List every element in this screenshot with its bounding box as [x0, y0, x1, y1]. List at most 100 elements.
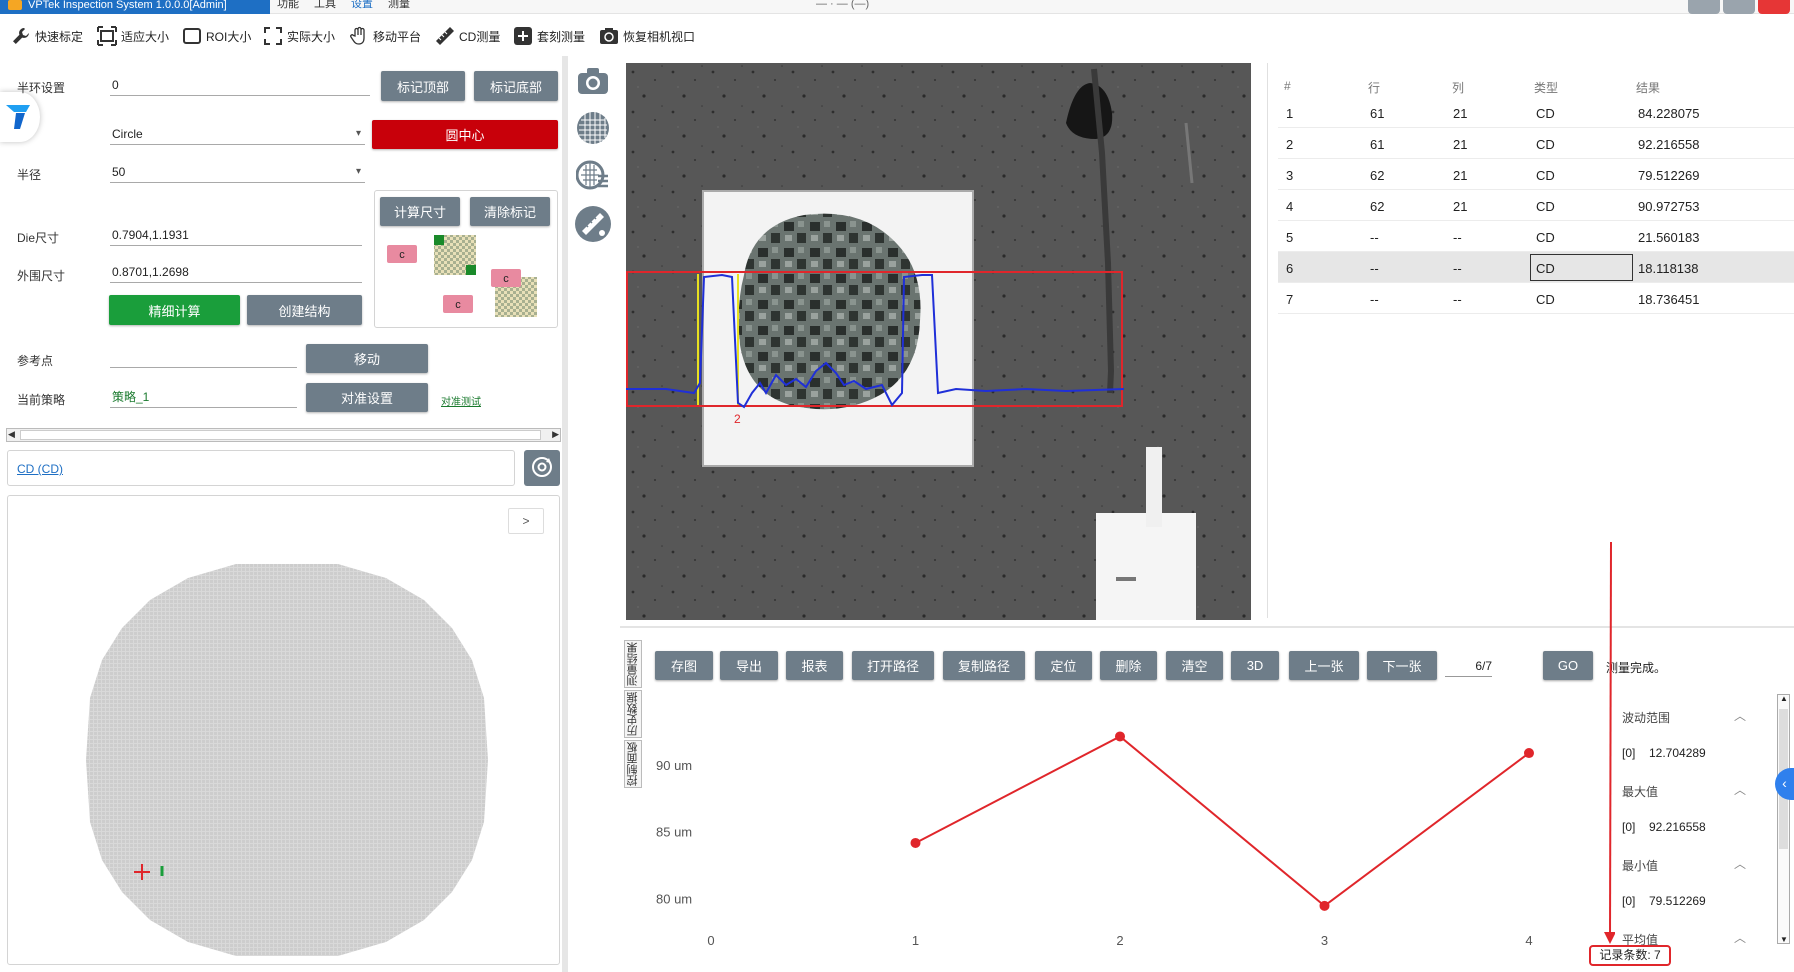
- scroll-up-icon[interactable]: ▲: [1780, 694, 1788, 703]
- circle-center-button[interactable]: 圆中心: [372, 120, 558, 149]
- camera-icon: [577, 67, 609, 98]
- x-tick-label: 1: [912, 933, 919, 948]
- bottom-panel-separator: [620, 626, 1794, 628]
- page-input[interactable]: 6/7: [1445, 655, 1492, 677]
- snapshot-button[interactable]: [573, 62, 613, 102]
- measure-type-box: CD (CD): [7, 450, 515, 486]
- table-row[interactable]: 5 -- -- CD 21.560183: [1278, 221, 1794, 252]
- create-structure-button[interactable]: 创建结构: [247, 295, 362, 325]
- move-stage-button[interactable]: 移动平台: [348, 24, 421, 48]
- col-header-type[interactable]: 类型: [1534, 79, 1558, 96]
- stage-control-button[interactable]: [573, 205, 613, 245]
- table-row[interactable]: 4 62 21 CD 90.972753: [1278, 190, 1794, 221]
- restore-camera-view-button[interactable]: 恢复相机视口: [598, 24, 695, 48]
- minimize-button[interactable]: [1688, 0, 1720, 14]
- shape-select[interactable]: Circle: [110, 123, 365, 145]
- stats-scrollbar[interactable]: ▲ ▼: [1777, 694, 1790, 944]
- roi-size-button[interactable]: ROI大小: [181, 24, 251, 48]
- expand-icon: [262, 25, 284, 47]
- expand-button[interactable]: >: [508, 508, 544, 534]
- radius-select[interactable]: 50: [110, 161, 365, 183]
- cell-col: 21: [1453, 199, 1468, 214]
- next-button[interactable]: 下一张: [1367, 651, 1437, 680]
- cell-type: CD: [1536, 199, 1555, 214]
- cd-type-link[interactable]: CD (CD): [17, 462, 63, 476]
- clear-mark-button[interactable]: 清除标记: [470, 197, 550, 226]
- align-settings-button[interactable]: 对准设置: [306, 383, 428, 412]
- reference-point-input[interactable]: [110, 346, 297, 368]
- tab-control-panel[interactable]: 控制面板: [624, 740, 642, 788]
- table-row[interactable]: 1 61 21 CD 84.228075: [1278, 97, 1794, 128]
- menu-settings[interactable]: 设置: [351, 0, 373, 10]
- move-button[interactable]: 移动: [306, 344, 428, 373]
- die-size-input[interactable]: 0.7904,1.1931: [110, 224, 362, 246]
- align-test-link[interactable]: 对准测试: [441, 393, 481, 408]
- ring-setting-input[interactable]: 0: [110, 74, 370, 96]
- cell-result: 92.216558: [1638, 137, 1700, 152]
- cell-col: --: [1453, 230, 1462, 245]
- close-button[interactable]: [1758, 0, 1790, 14]
- col-header-row[interactable]: 行: [1368, 79, 1380, 96]
- open-path-button[interactable]: 打开路径: [852, 651, 934, 680]
- previous-button[interactable]: 上一张: [1289, 651, 1359, 680]
- scrollbar-thumb[interactable]: [20, 430, 541, 440]
- floating-assistant-button[interactable]: [0, 92, 40, 142]
- delete-button[interactable]: 删除: [1100, 651, 1157, 680]
- table-row[interactable]: 2 61 21 CD 92.216558: [1278, 128, 1794, 159]
- col-header-result[interactable]: 结果: [1636, 79, 1660, 96]
- panel-splitter[interactable]: [562, 56, 568, 972]
- wafer-grid-button[interactable]: [573, 109, 613, 149]
- cell-type: CD: [1536, 106, 1555, 121]
- mark-top-button[interactable]: 标记顶部: [381, 71, 465, 101]
- table-row[interactable]: 3 62 21 CD 79.512269: [1278, 159, 1794, 190]
- report-button[interactable]: 报表: [786, 651, 843, 680]
- 3d-button[interactable]: 3D: [1231, 651, 1279, 680]
- table-row-selected[interactable]: 6 -- -- CD 18.118138: [1278, 252, 1794, 283]
- menu-function[interactable]: 功能: [277, 0, 299, 10]
- scroll-right-icon[interactable]: ▶: [552, 429, 559, 440]
- cell-result: 84.228075: [1638, 106, 1700, 121]
- calc-size-button[interactable]: 计算尺寸: [380, 197, 460, 226]
- outer-size-input[interactable]: 0.8701,1.2698: [110, 261, 362, 283]
- collapse-min-chevron-icon[interactable]: ︿: [1734, 855, 1746, 872]
- data-point: [1319, 900, 1330, 911]
- scroll-left-icon[interactable]: ◀: [8, 429, 15, 440]
- camera-image-view[interactable]: 2: [626, 63, 1251, 620]
- wrench-icon: [10, 25, 32, 47]
- menu-measure[interactable]: 测量: [388, 0, 410, 10]
- export-button[interactable]: 导出: [720, 651, 778, 680]
- horizontal-scrollbar[interactable]: ◀ ▶: [6, 428, 561, 442]
- mark-bottom-button[interactable]: 标记底部: [474, 71, 558, 101]
- strategy-input[interactable]: 策略_1: [110, 386, 297, 408]
- collapse-range-chevron-icon[interactable]: ︿: [1734, 707, 1746, 724]
- outer-size-label: 外围尺寸: [17, 269, 66, 283]
- collapse-avg-chevron-icon[interactable]: ︿: [1734, 929, 1746, 946]
- col-header-col[interactable]: 列: [1452, 79, 1464, 96]
- wafer-list-button[interactable]: [573, 156, 613, 196]
- cell-index: 6: [1286, 261, 1294, 276]
- refresh-wafer-button[interactable]: [524, 450, 560, 486]
- locate-button[interactable]: 定位: [1035, 651, 1092, 680]
- cd-measure-button[interactable]: CD测量: [434, 24, 500, 48]
- copy-path-button[interactable]: 复制路径: [943, 651, 1025, 680]
- stage-icon: [574, 205, 612, 246]
- fit-size-button[interactable]: 适应大小: [96, 24, 169, 48]
- collapse-max-chevron-icon[interactable]: ︿: [1734, 781, 1746, 798]
- x-tick-label: 3: [1321, 933, 1328, 948]
- table-row[interactable]: 7 -- -- CD 18.736451: [1278, 283, 1794, 314]
- fine-calc-button[interactable]: 精细计算: [109, 295, 240, 325]
- wafer-map[interactable]: [86, 564, 488, 956]
- quick-calibrate-button[interactable]: 快速标定: [10, 24, 83, 48]
- actual-size-button[interactable]: 实际大小: [262, 24, 335, 48]
- scroll-down-icon[interactable]: ▼: [1780, 935, 1788, 944]
- tab-history-data[interactable]: 历史数据: [624, 690, 642, 738]
- tab-measure-result[interactable]: 测量结果: [624, 640, 642, 688]
- overlay-measure-button[interactable]: 套刻测量: [512, 24, 585, 48]
- maximize-button[interactable]: [1723, 0, 1755, 14]
- title-bar: VPTek Inspection System 1.0.0.0[Admin] 功…: [0, 0, 1794, 14]
- menu-tools[interactable]: 工具: [314, 0, 336, 10]
- clear-button[interactable]: 清空: [1166, 651, 1223, 680]
- col-header-index[interactable]: #: [1284, 79, 1291, 93]
- save-image-button[interactable]: 存图: [655, 651, 713, 680]
- app-title: VPTek Inspection System 1.0.0.0[Admin]: [0, 0, 270, 14]
